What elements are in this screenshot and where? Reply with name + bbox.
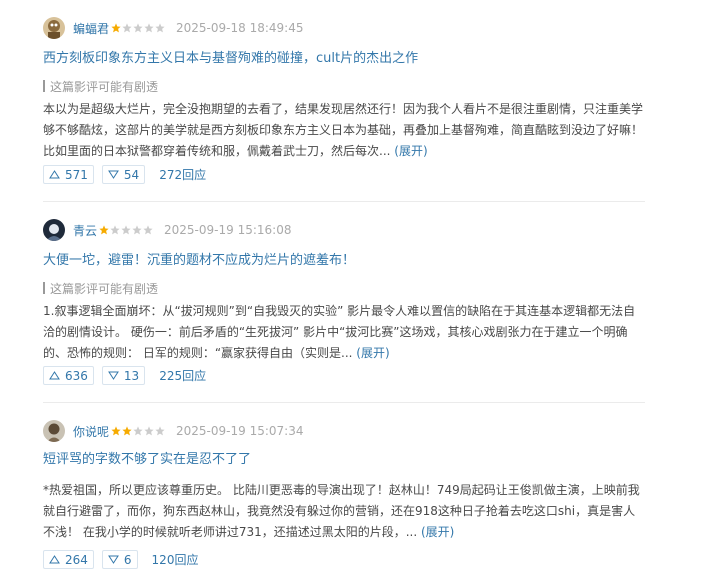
username-link[interactable]: 蝙蝠君 xyxy=(73,20,109,37)
star-icon xyxy=(144,426,154,436)
downvote-count: 54 xyxy=(123,167,140,182)
avatar[interactable] xyxy=(43,17,65,39)
star-icon xyxy=(111,23,121,33)
review-actions: 571 54 272回应 xyxy=(43,164,645,185)
star-icon xyxy=(121,225,131,235)
spoiler-notice: 这篇影评可能有剧透 xyxy=(43,280,645,296)
upvote-button[interactable]: 264 xyxy=(43,550,94,569)
downvote-count: 13 xyxy=(123,368,140,383)
review-header: 蝙蝠君 2025-09-18 18:49:45 xyxy=(43,17,645,39)
reply-link[interactable]: 120回应 xyxy=(152,551,199,568)
star-icon xyxy=(155,426,165,436)
review-excerpt: 本以为是超级大烂片，完全没抱期望的去看了，结果发现居然还行！因为我个人看片不是很… xyxy=(43,99,643,162)
star-icon xyxy=(99,225,109,235)
spoiler-notice: 这篇影评可能有剧透 xyxy=(43,78,645,94)
divider xyxy=(43,201,645,202)
star-icon xyxy=(133,23,143,33)
spoiler-bar xyxy=(43,282,45,294)
star-icon xyxy=(143,225,153,235)
downvote-button[interactable]: 6 xyxy=(101,550,138,569)
downvote-count: 6 xyxy=(123,552,132,567)
reply-link[interactable]: 225回应 xyxy=(159,367,206,384)
rating-stars xyxy=(111,23,166,33)
star-icon xyxy=(122,426,132,436)
star-icon xyxy=(155,23,165,33)
upvote-count: 571 xyxy=(65,167,88,182)
review-item: 你说呢 2025-09-19 15:07:34 短评骂的字数不够了实在是忍不了了… xyxy=(43,420,645,543)
upvote-button[interactable]: 636 xyxy=(43,366,94,385)
star-icon xyxy=(144,23,154,33)
star-icon xyxy=(111,426,121,436)
review-item: 蝙蝠君 2025-09-18 18:49:45 西方刻板印象东方主义日本与基督殉… xyxy=(43,17,645,162)
downvote-button[interactable]: 13 xyxy=(101,366,146,385)
review-header: 你说呢 2025-09-19 15:07:34 xyxy=(43,420,645,442)
spoiler-bar xyxy=(43,80,45,92)
excerpt-text: *热爱祖国，所以更应该尊重历史。 比陆川更恶毒的导演出现了！赵林山！749局起码… xyxy=(43,483,640,539)
review-time: 2025-09-18 18:49:45 xyxy=(176,21,304,35)
review-time: 2025-09-19 15:16:08 xyxy=(164,223,292,237)
triangle-down-icon xyxy=(107,170,119,179)
review-title-link[interactable]: 西方刻板印象东方主义日本与基督殉难的碰撞，cult片的杰出之作 xyxy=(43,50,645,68)
review-excerpt: *热爱祖国，所以更应该尊重历史。 比陆川更恶毒的导演出现了！赵林山！749局起码… xyxy=(43,480,643,543)
review-time: 2025-09-19 15:07:34 xyxy=(176,424,304,438)
triangle-up-icon xyxy=(49,170,60,179)
upvote-count: 636 xyxy=(65,368,88,383)
spoiler-text: 这篇影评可能有剧透 xyxy=(50,281,159,296)
downvote-button[interactable]: 54 xyxy=(101,165,146,184)
avatar[interactable] xyxy=(43,219,65,241)
triangle-up-icon xyxy=(49,555,60,564)
review-excerpt: 1.叙事逻辑全面崩坏：从“拔河规则”到“自我毁灭的实验” 影片最令人难以置信的缺… xyxy=(43,301,643,364)
expand-link[interactable]: (展开) xyxy=(394,144,427,158)
expand-link[interactable]: (展开) xyxy=(421,525,454,539)
star-icon xyxy=(132,225,142,235)
upvote-button[interactable]: 571 xyxy=(43,165,94,184)
reply-link[interactable]: 272回应 xyxy=(159,166,206,183)
username-link[interactable]: 青云 xyxy=(73,222,97,239)
excerpt-text: 1.叙事逻辑全面崩坏：从“拔河规则”到“自我毁灭的实验” 影片最令人难以置信的缺… xyxy=(43,304,636,360)
triangle-down-icon xyxy=(107,371,119,380)
review-actions: 264 6 120回应 xyxy=(43,549,645,570)
review-title-link[interactable]: 大便一坨，避雷！沉重的题材不应成为烂片的遮羞布！ xyxy=(43,252,645,270)
excerpt-text: 本以为是超级大烂片，完全没抱期望的去看了，结果发现居然还行！因为我个人看片不是很… xyxy=(43,102,644,158)
review-item: 青云 2025-09-19 15:16:08 大便一坨，避雷！沉重的题材不应成为… xyxy=(43,219,645,364)
star-icon xyxy=(133,426,143,436)
triangle-down-icon xyxy=(107,555,119,564)
rating-stars xyxy=(99,225,154,235)
review-actions: 636 13 225回应 xyxy=(43,365,645,386)
upvote-count: 264 xyxy=(65,552,88,567)
expand-link[interactable]: (展开) xyxy=(356,346,389,360)
spoiler-text: 这篇影评可能有剧透 xyxy=(50,79,159,94)
divider xyxy=(43,402,645,403)
star-icon xyxy=(110,225,120,235)
username-link[interactable]: 你说呢 xyxy=(73,423,109,440)
review-title-link[interactable]: 短评骂的字数不够了实在是忍不了了 xyxy=(43,451,645,469)
star-icon xyxy=(122,23,132,33)
rating-stars xyxy=(111,426,166,436)
avatar[interactable] xyxy=(43,420,65,442)
triangle-up-icon xyxy=(49,371,60,380)
review-header: 青云 2025-09-19 15:16:08 xyxy=(43,219,645,241)
